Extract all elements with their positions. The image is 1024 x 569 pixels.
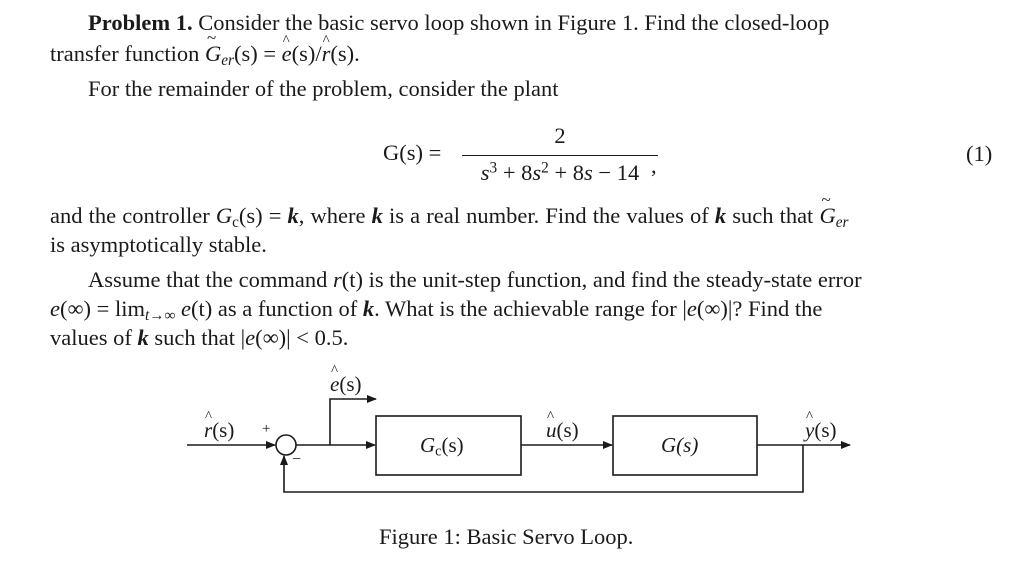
label-arg: (s) (556, 418, 579, 442)
label-r-hat: r(s) (204, 409, 235, 443)
label-minus: − (292, 451, 302, 468)
label-arg: (s) (212, 418, 235, 442)
label-u-hat: u(s) (546, 409, 579, 443)
label-arg: (s) (814, 418, 837, 442)
label-arg: (s) (339, 372, 362, 396)
plant-label: G(s) (661, 433, 699, 457)
label-symbol: G (420, 433, 436, 457)
label-symbol: u (546, 409, 557, 443)
figure-caption: Figure 1: Basic Servo Loop. (379, 524, 634, 549)
label-symbol: r (204, 409, 212, 443)
label-y-hat: y(s) (805, 409, 837, 443)
error-output-branch (329, 395, 377, 445)
label-e-hat: e(s) (330, 363, 362, 397)
servo-loop-diagram (187, 395, 851, 493)
label-arg: (s) (441, 433, 464, 457)
label-plus: + (262, 421, 271, 437)
label-symbol: e (330, 363, 339, 397)
feedback-path (280, 445, 804, 493)
controller-label: Gc(s) (420, 433, 464, 459)
label-symbol: y (805, 409, 814, 443)
